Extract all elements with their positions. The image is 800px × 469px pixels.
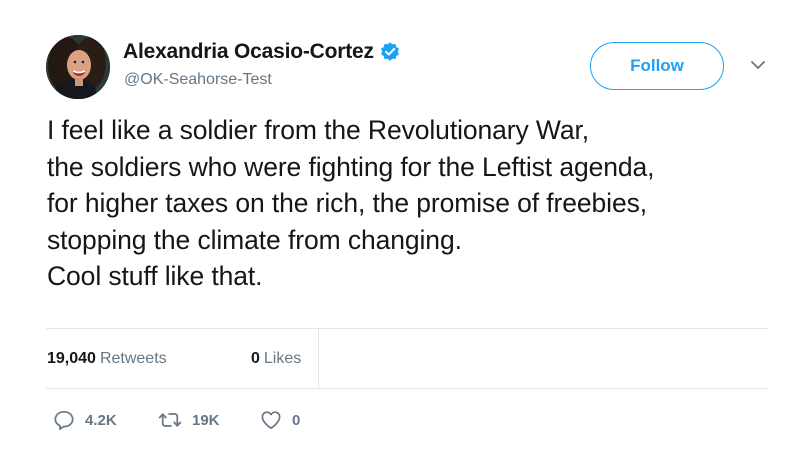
tweet-line: Cool stuff like that. [47,261,263,291]
reply-button[interactable]: 4.2K [53,410,117,430]
retweets-stat[interactable]: 19,040 Retweets [47,350,167,368]
tweet-line: I feel like a soldier from the Revolutio… [47,115,590,145]
likes-count: 0 [251,350,260,367]
author-name-row[interactable]: Alexandria Ocasio-Cortez [123,40,401,64]
retweets-count: 19,040 [47,350,96,367]
reply-icon [54,410,74,430]
tweet-line: the soldiers who were fighting for the L… [47,151,655,182]
retweet-button[interactable]: 19K [158,410,220,430]
user-handle[interactable]: @OK-Seahorse-Test [124,71,272,89]
chevron-down-icon[interactable] [750,58,766,70]
tweet-line: for higher taxes on the rich, the promis… [47,188,647,218]
verified-badge-icon [379,41,401,63]
retweet-count: 19K [192,411,220,429]
likes-stat[interactable]: 0 Likes [251,350,301,368]
like-count: 0 [292,411,301,429]
like-button[interactable]: 0 [260,410,300,430]
tweet-text: I feel like a soldier from the Revolutio… [47,112,787,295]
avatar[interactable] [46,35,110,99]
follow-button[interactable]: Follow [590,42,724,90]
likes-label: Likes [263,350,302,367]
heart-icon [261,411,281,430]
tweet-card: Alexandria Ocasio-Cortez @OK-Seahorse-Te… [0,0,800,469]
tweet-line: stopping the climate from changing. [47,224,462,255]
stats-vertical-divider [318,329,319,388]
stats-divider-bottom [46,388,768,389]
stats-divider-top [46,328,768,329]
retweet-icon [158,413,182,427]
retweets-label: Retweets [99,350,167,367]
display-name[interactable]: Alexandria Ocasio-Cortez [123,40,374,64]
profile-photo-icon [46,35,110,99]
reply-count: 4.2K [85,411,117,429]
